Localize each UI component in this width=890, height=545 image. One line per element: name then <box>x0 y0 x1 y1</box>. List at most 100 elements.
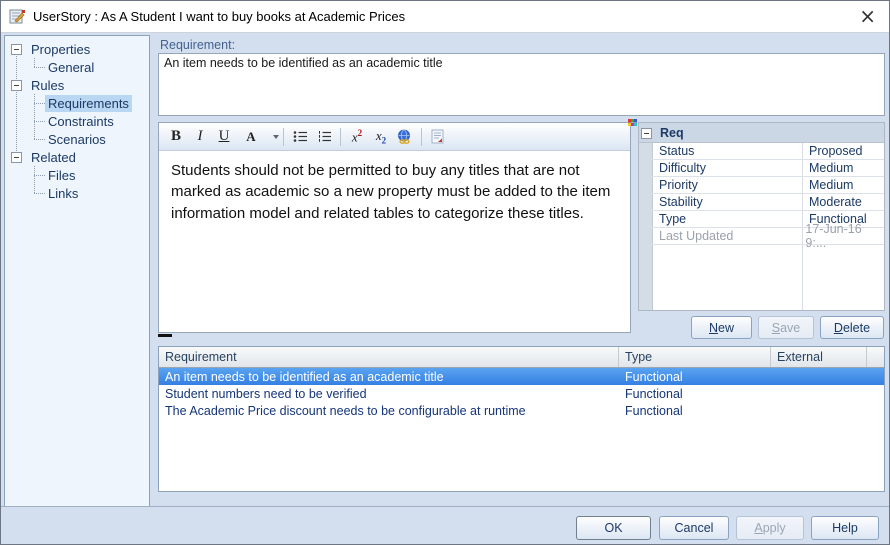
editor-toolbar: B I U A <box>159 123 630 151</box>
bold-button[interactable]: B <box>164 126 188 148</box>
property-value[interactable]: Medium <box>802 161 853 175</box>
apply-button[interactable]: Apply <box>736 516 804 540</box>
bullet-list-button[interactable] <box>288 126 312 148</box>
tree-connector <box>34 175 45 176</box>
new-button-label: New <box>709 321 734 335</box>
toolbar-separator <box>283 128 284 146</box>
titlebar: UserStory : As A Student I want to buy b… <box>1 1 889 33</box>
notes-text[interactable]: Students should not be permitted to buy … <box>159 151 630 233</box>
help-button-label: Help <box>832 521 858 535</box>
property-name: Status <box>652 144 802 158</box>
chevron-down-icon[interactable] <box>273 135 279 139</box>
tree-item-properties[interactable]: Properties <box>11 40 93 58</box>
property-row-priority[interactable]: Priority Medium <box>652 176 884 194</box>
delete-button-label: Delete <box>834 321 870 335</box>
ok-button[interactable]: OK <box>576 516 651 540</box>
requirement-field-label: Requirement: <box>160 38 235 52</box>
property-name: Type <box>652 212 802 226</box>
tree-item-rules[interactable]: Rules <box>11 76 67 94</box>
requirements-list: Requirement Type External An item needs … <box>158 346 885 492</box>
grid-title: Req <box>660 126 684 140</box>
cell-type: Functional <box>619 370 771 384</box>
cell-requirement: An item needs to be identified as an aca… <box>159 370 619 384</box>
new-button[interactable]: New <box>691 316 752 339</box>
column-header-external[interactable]: External <box>771 347 867 367</box>
tree-connector <box>34 67 45 68</box>
ok-button-label: OK <box>604 521 622 535</box>
italic-button[interactable]: I <box>188 126 212 148</box>
globe-link-icon <box>397 129 413 145</box>
cancel-button-label: Cancel <box>675 521 714 535</box>
tree-item-label: Files <box>45 167 78 184</box>
tree-connector <box>34 139 45 140</box>
superscript-exp: 2 <box>358 128 363 138</box>
property-value[interactable]: Proposed <box>802 144 863 158</box>
property-value[interactable]: Medium <box>802 178 853 192</box>
list-header: Requirement Type External <box>159 347 884 368</box>
property-name: Difficulty <box>652 161 802 175</box>
cell-type: Functional <box>619 387 771 401</box>
save-button-label: Save <box>772 321 801 335</box>
tree-connector <box>34 166 35 193</box>
tree-item-requirements[interactable]: Requirements <box>45 94 132 112</box>
bullet-list-icon <box>293 130 308 143</box>
document-preview-button[interactable] <box>426 126 450 148</box>
close-icon[interactable]: × <box>859 4 876 28</box>
column-header-requirement[interactable]: Requirement <box>159 347 619 367</box>
requirement-name-input[interactable]: An item needs to be identified as an aca… <box>158 53 885 116</box>
tree-item-general[interactable]: General <box>45 58 97 76</box>
toolbar-separator <box>340 128 341 146</box>
property-row-status[interactable]: Status Proposed <box>652 142 884 160</box>
tree-item-label: Links <box>45 185 81 202</box>
collapse-icon[interactable] <box>11 152 22 163</box>
cell-requirement: The Academic Price discount needs to be … <box>159 404 619 418</box>
tree-connector <box>34 94 35 139</box>
font-color-letter: A <box>246 132 255 142</box>
list-item[interactable]: Student numbers need to be verified Func… <box>159 385 884 402</box>
tree-item-label: Requirements <box>45 95 132 112</box>
collapse-icon[interactable] <box>11 80 22 91</box>
window-title: UserStory : As A Student I want to buy b… <box>33 9 405 24</box>
collapse-icon[interactable] <box>641 128 652 139</box>
dialog-footer: OK Cancel Apply Help <box>1 506 889 544</box>
tree-item-related[interactable]: Related <box>11 148 79 166</box>
collapse-icon[interactable] <box>11 44 22 55</box>
grid-header: Req <box>639 123 884 143</box>
hyperlink-button[interactable] <box>393 126 417 148</box>
property-value[interactable]: Moderate <box>802 195 862 209</box>
toolbar-separator <box>421 128 422 146</box>
tree-item-label: Properties <box>28 41 93 58</box>
font-color-bar <box>158 334 172 337</box>
delete-button[interactable]: Delete <box>820 316 884 339</box>
tree-connector <box>16 49 17 157</box>
font-color-button[interactable]: A <box>236 126 266 148</box>
tree-item-label: Constraints <box>45 113 117 130</box>
numbered-list-icon <box>317 130 332 143</box>
subscript-button[interactable]: x2 <box>369 126 393 148</box>
help-button[interactable]: Help <box>811 516 879 540</box>
nav-tree: Properties General Rules Requirements Co… <box>4 35 150 508</box>
numbered-list-button[interactable] <box>312 126 336 148</box>
tree-item-links[interactable]: Links <box>45 184 81 202</box>
cell-type: Functional <box>619 404 771 418</box>
tree-item-scenarios[interactable]: Scenarios <box>45 130 109 148</box>
list-item[interactable]: An item needs to be identified as an aca… <box>159 368 884 385</box>
property-value: 17-Jun-16 9:... <box>798 222 884 250</box>
column-header-type[interactable]: Type <box>619 347 771 367</box>
document-icon <box>431 129 445 144</box>
property-row-last-updated: Last Updated 17-Jun-16 9:... <box>652 227 884 245</box>
tree-item-constraints[interactable]: Constraints <box>45 112 117 130</box>
property-row-stability[interactable]: Stability Moderate <box>652 193 884 211</box>
tree-item-files[interactable]: Files <box>45 166 78 184</box>
property-name: Priority <box>652 178 802 192</box>
superscript-button[interactable]: x2 <box>345 126 369 148</box>
save-button[interactable]: Save <box>758 316 814 339</box>
cancel-button[interactable]: Cancel <box>659 516 729 540</box>
tree-connector <box>34 193 45 194</box>
property-row-difficulty[interactable]: Difficulty Medium <box>652 159 884 177</box>
apply-button-label: Apply <box>754 521 785 535</box>
list-item[interactable]: The Academic Price discount needs to be … <box>159 402 884 419</box>
property-name: Stability <box>652 195 802 209</box>
underline-button[interactable]: U <box>212 126 236 148</box>
tree-item-label: General <box>45 59 97 76</box>
